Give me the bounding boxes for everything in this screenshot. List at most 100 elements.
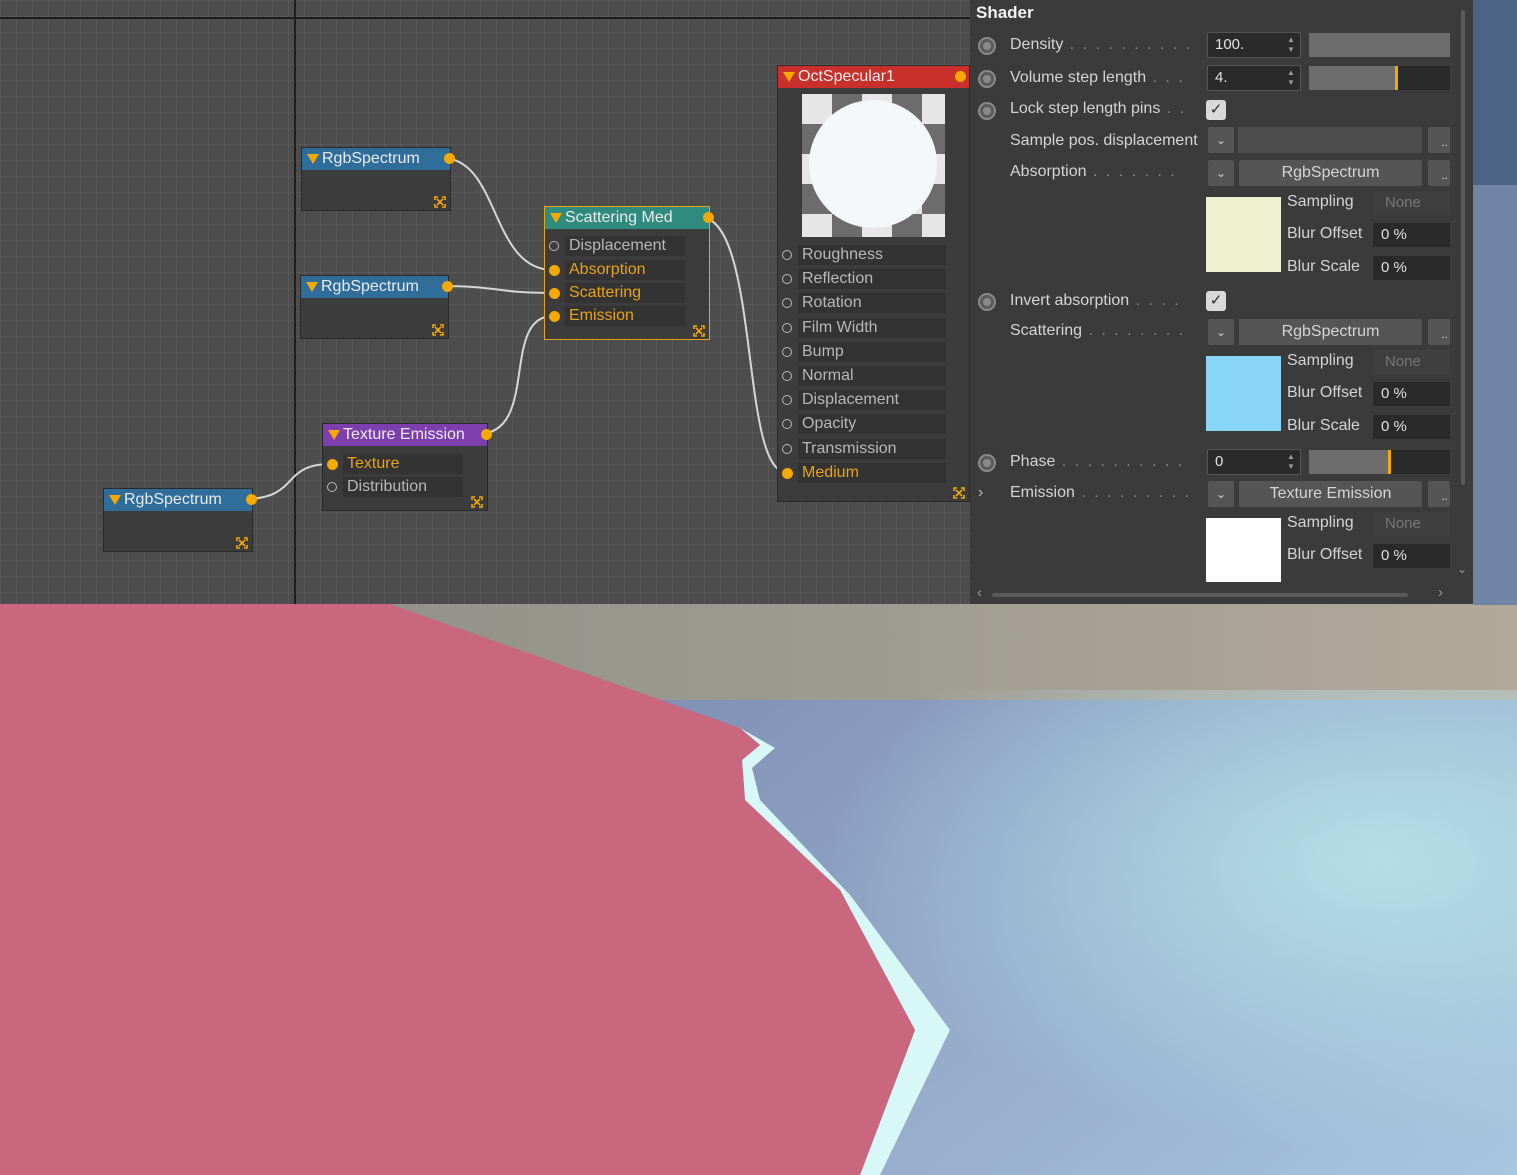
spinner-arrows-icon[interactable]: ▲ ▼ xyxy=(1286,35,1296,55)
scattering-dropdown-chevron-icon[interactable]: ⌄ xyxy=(1208,319,1234,345)
port-displacement[interactable]: Displacement xyxy=(778,389,946,411)
expand-icon[interactable] xyxy=(236,537,248,549)
node-header[interactable]: Scattering Med xyxy=(545,207,714,229)
slider-knob[interactable] xyxy=(1388,450,1392,474)
scroll-up-arrow-icon[interactable]: ⌃ xyxy=(1457,0,1467,8)
emission-shader-button[interactable]: Texture Emission xyxy=(1239,481,1422,507)
port-roughness[interactable]: Roughness xyxy=(778,244,946,266)
sample-pos-shader-button[interactable] xyxy=(1238,127,1422,153)
node-header[interactable]: Texture Emission xyxy=(323,424,492,446)
output-pin[interactable] xyxy=(481,429,492,440)
panel-horizontal-scrollbar[interactable]: ‹ › xyxy=(970,584,1460,603)
absorption-blur-scale-input[interactable]: 0 % xyxy=(1373,256,1450,280)
port-opacity[interactable]: Opacity xyxy=(778,413,946,435)
scroll-right-arrow-icon[interactable]: › xyxy=(1438,584,1443,601)
node-header[interactable]: OctSpecular1 xyxy=(778,66,969,88)
scroll-left-arrow-icon[interactable]: ‹ xyxy=(977,584,982,601)
phase-input[interactable]: 0 ▲ ▼ xyxy=(1207,449,1301,475)
port-medium[interactable]: Medium xyxy=(778,462,946,484)
texture-emission-node[interactable]: Texture Emission Texture Distribution xyxy=(322,423,492,511)
input-pin[interactable] xyxy=(549,311,560,322)
port-normal[interactable]: Normal xyxy=(778,365,946,387)
expand-icon[interactable] xyxy=(434,196,446,208)
collapse-triangle-icon[interactable] xyxy=(550,213,562,223)
scattering-color-swatch[interactable] xyxy=(1206,356,1281,431)
emission-expand-chevron-icon[interactable]: › xyxy=(978,484,983,502)
input-pin[interactable] xyxy=(327,459,338,470)
absorption-color-swatch[interactable] xyxy=(1206,197,1281,272)
shader-attributes-panel[interactable]: Shader Density . . . . . . . . . . 100. ▲… xyxy=(970,0,1473,604)
absorption-more-button[interactable]: .. xyxy=(1428,160,1450,186)
emission-sampling-select[interactable]: None xyxy=(1373,512,1450,536)
input-pin[interactable] xyxy=(549,265,560,276)
collapse-triangle-icon[interactable] xyxy=(783,72,795,82)
scattering-more-button[interactable]: .. xyxy=(1428,319,1450,345)
collapse-triangle-icon[interactable] xyxy=(306,282,318,292)
spinner-arrows-icon[interactable]: ▲ ▼ xyxy=(1286,68,1296,88)
phase-slider[interactable] xyxy=(1309,450,1450,474)
invert-absorption-checkbox[interactable]: ✓ xyxy=(1206,291,1226,311)
output-pin[interactable] xyxy=(955,71,966,82)
input-pin[interactable] xyxy=(782,322,792,333)
scroll-down-arrow-icon[interactable]: ⌄ xyxy=(1457,562,1467,576)
input-pin[interactable] xyxy=(327,482,337,492)
lock-step-checkbox[interactable]: ✓ xyxy=(1206,100,1226,120)
output-pin[interactable] xyxy=(442,281,453,292)
octspecular-node[interactable]: OctSpecular1 Roughness Reflection Rotati… xyxy=(777,65,970,502)
expand-icon[interactable] xyxy=(432,324,444,336)
scattering-shader-button[interactable]: RgbSpectrum xyxy=(1239,319,1422,345)
scattering-sampling-select[interactable]: None xyxy=(1373,350,1450,374)
volume-step-slider[interactable] xyxy=(1309,66,1450,90)
node-editor[interactable]: RgbSpectrum RgbSpectrum RgbSpectrum Text… xyxy=(0,0,970,604)
port-emission[interactable]: Emission xyxy=(545,305,685,327)
sample-pos-more-button[interactable]: .. xyxy=(1428,127,1450,153)
input-pin[interactable] xyxy=(782,443,792,454)
rgbspectrum-node-2[interactable]: RgbSpectrum xyxy=(300,275,453,339)
absorption-blur-offset-input[interactable]: 0 % xyxy=(1373,223,1450,247)
input-pin[interactable] xyxy=(782,346,792,357)
emission-dropdown-chevron-icon[interactable]: ⌄ xyxy=(1208,481,1234,507)
density-slider[interactable] xyxy=(1309,33,1450,57)
input-pin[interactable] xyxy=(782,395,792,406)
port-distribution[interactable]: Distribution xyxy=(323,476,463,498)
density-keyframe-radio[interactable] xyxy=(978,37,996,55)
input-pin[interactable] xyxy=(782,371,792,381)
lock-step-keyframe-radio[interactable] xyxy=(978,102,996,120)
collapse-triangle-icon[interactable] xyxy=(307,154,319,164)
emission-more-button[interactable]: .. xyxy=(1428,481,1450,507)
port-absorption[interactable]: Absorption xyxy=(545,259,685,281)
invert-absorption-keyframe-radio[interactable] xyxy=(978,293,996,311)
port-texture[interactable]: Texture xyxy=(323,453,463,475)
output-pin[interactable] xyxy=(703,212,714,223)
output-pin[interactable] xyxy=(246,494,257,505)
scattering-blur-offset-input[interactable]: 0 % xyxy=(1373,382,1450,406)
density-input[interactable]: 100. ▲ ▼ xyxy=(1207,32,1301,58)
absorption-sampling-select[interactable]: None xyxy=(1373,191,1450,215)
rgbspectrum-node-1[interactable]: RgbSpectrum xyxy=(301,147,455,211)
input-pin[interactable] xyxy=(782,419,792,430)
input-pin[interactable] xyxy=(549,288,560,299)
port-bump[interactable]: Bump xyxy=(778,341,946,363)
slider-knob[interactable] xyxy=(1395,66,1399,90)
input-pin[interactable] xyxy=(782,298,792,309)
node-header[interactable]: RgbSpectrum xyxy=(302,148,455,170)
input-pin[interactable] xyxy=(782,467,793,479)
input-pin[interactable] xyxy=(782,274,792,285)
absorption-shader-button[interactable]: RgbSpectrum xyxy=(1239,160,1422,186)
panel-vertical-scrollbar[interactable]: ⌃ ⌄ xyxy=(1456,0,1470,590)
sample-pos-dropdown-chevron-icon[interactable]: ⌄ xyxy=(1208,127,1234,153)
node-header[interactable]: RgbSpectrum xyxy=(104,489,257,511)
port-scattering[interactable]: Scattering xyxy=(545,282,685,304)
collapse-triangle-icon[interactable] xyxy=(328,430,340,440)
rgbspectrum-node-3[interactable]: RgbSpectrum xyxy=(103,488,257,552)
collapse-triangle-icon[interactable] xyxy=(109,495,121,505)
spinner-arrows-icon[interactable]: ▲ ▼ xyxy=(1286,452,1296,472)
port-displacement[interactable]: Displacement xyxy=(545,235,685,257)
port-rotation[interactable]: Rotation xyxy=(778,292,946,314)
scattering-blur-scale-input[interactable]: 0 % xyxy=(1373,415,1450,439)
expand-icon[interactable] xyxy=(693,325,705,337)
expand-icon[interactable] xyxy=(953,487,965,499)
node-header[interactable]: RgbSpectrum xyxy=(301,276,453,298)
scattering-medium-node[interactable]: Scattering Med Displacement Absorption S… xyxy=(544,206,714,340)
expand-icon[interactable] xyxy=(471,496,483,508)
